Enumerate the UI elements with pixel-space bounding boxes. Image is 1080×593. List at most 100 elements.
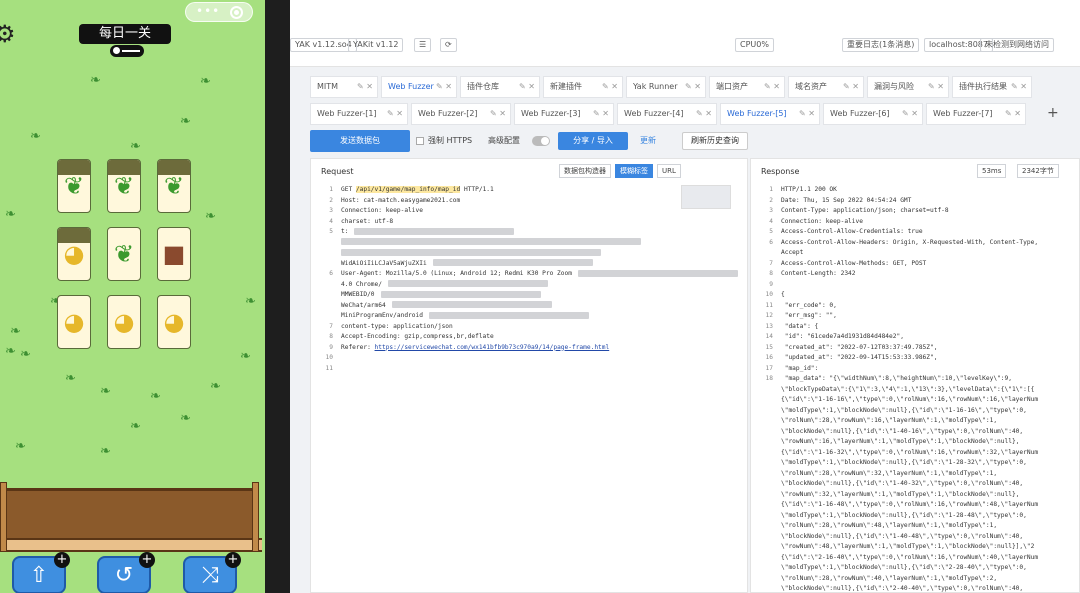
code-text: Referer:	[341, 343, 375, 351]
line-number: 10	[765, 291, 773, 298]
packet-builder-button[interactable]: 数据包构造器	[559, 164, 611, 178]
refresh-link[interactable]: 更新	[640, 135, 656, 146]
close-tab-icon[interactable]: ✎ ✕	[1005, 104, 1021, 124]
tile-bell[interactable]: ◕	[57, 295, 91, 349]
tile-bell[interactable]: ◕	[107, 295, 141, 349]
history-query-button[interactable]: 刷新历史查询	[682, 132, 748, 150]
close-tab-icon[interactable]: ✎ ✕	[764, 77, 780, 97]
grass-icon: ❦	[113, 240, 135, 268]
tab-tabs_row1-2[interactable]: 插件仓库 ✎ ✕	[460, 76, 540, 98]
grass-tuft-icon: ❧	[240, 349, 251, 364]
advanced-config-toggle[interactable]	[532, 136, 550, 146]
close-tab-icon[interactable]: ✎ ✕	[436, 77, 452, 97]
tab-tabs_row1-4[interactable]: Yak Runner ✎ ✕	[626, 76, 706, 98]
close-tab-icon[interactable]: ✎ ✕	[387, 104, 403, 124]
code-text: MiniProgramEnv/android	[341, 312, 423, 319]
plus-icon: +	[139, 552, 155, 568]
code-text: \"rowNum\":32,\"layerNum\":1,\"moldType\…	[781, 490, 1020, 498]
tab-tabs_row1-6[interactable]: 域名资产 ✎ ✕	[788, 76, 864, 98]
code-line: 3 Connection: keep-alive	[311, 206, 747, 217]
code-line: 16 "updated_at": "2022-09-14T15:53:33.98…	[751, 353, 1079, 364]
redacted-block	[341, 238, 641, 245]
response-editor[interactable]: 1 HTTP/1.1 200 OK 2 Date: Thu, 15 Sep 2022 …	[751, 185, 1079, 593]
tab-tabs_row2-5[interactable]: Web Fuzzer-[6] ✎ ✕	[823, 103, 923, 125]
topbar-item-1[interactable]: YAKit v1.12	[348, 38, 404, 52]
tab-tabs_row1-8[interactable]: 插件执行结果 ✎ ✕	[952, 76, 1032, 98]
tile-grass[interactable]: ❦	[107, 227, 141, 281]
tab-tabs_row1-1[interactable]: Web Fuzzer ✎ ✕	[381, 76, 457, 98]
close-tab-icon[interactable]: ✎ ✕	[602, 77, 618, 97]
code-line: 9	[751, 280, 1079, 291]
topbar-item-0[interactable]: YAK v1.12.so4	[290, 38, 357, 52]
yakit-window: YAK v1.12.so4 YAKit v1.12 ☰ ⟳ CPU0% 重要日志(1条消息…	[290, 0, 1080, 593]
code-text: Connection: keep-alive	[781, 217, 863, 225]
tab-tabs_row1-5[interactable]: 端口资产 ✎ ✕	[709, 76, 785, 98]
tab-tabs_row2-6[interactable]: Web Fuzzer-[7] ✎ ✕	[926, 103, 1026, 125]
share-import-button[interactable]: 分享 / 导入	[558, 132, 628, 150]
close-tab-icon[interactable]: ✎ ✕	[490, 104, 506, 124]
line-number: 1	[329, 186, 333, 193]
request-editor[interactable]: 1 GET /api/v1/game/map_info/map_id HTTP/1…	[311, 185, 747, 374]
topbar-item-7[interactable]: 未检测到网络访问	[980, 38, 1054, 52]
code-text: \"moldType\":1,\"blockNode\":null},{\"id…	[781, 564, 1027, 571]
tab-tabs_row1-3[interactable]: 新建插件 ✎ ✕	[543, 76, 623, 98]
close-tab-icon[interactable]: ✎ ✕	[799, 104, 815, 124]
topbar-item-2[interactable]: ☰	[414, 38, 432, 52]
tab-label: Web Fuzzer-[2]	[418, 109, 478, 118]
tab-tabs_row2-1[interactable]: Web Fuzzer-[2] ✎ ✕	[411, 103, 511, 125]
grass-tuft-icon: ❧	[130, 419, 141, 434]
tile-stump[interactable]: ■	[157, 227, 191, 281]
close-tab-icon[interactable]: ✎ ✕	[843, 77, 859, 97]
tile-bell[interactable]: ◕	[57, 227, 91, 281]
code-text: t:	[341, 228, 349, 235]
fuzz-tag-button[interactable]: 模糊标签	[615, 164, 653, 178]
line-number: 15	[765, 343, 773, 351]
tab-tabs_row2-0[interactable]: Web Fuzzer-[1] ✎ ✕	[310, 103, 408, 125]
tab-tabs_row2-2[interactable]: Web Fuzzer-[3] ✎ ✕	[514, 103, 614, 125]
https-checkbox[interactable]	[416, 137, 424, 145]
line-number: 11	[325, 364, 333, 372]
tab-tabs_row2-4[interactable]: Web Fuzzer-[5] ✎ ✕	[720, 103, 820, 125]
close-miniprogram-icon[interactable]	[230, 6, 243, 19]
code-line: \"moldType\":1,\"blockNode\":null},{\"id…	[751, 458, 1079, 469]
tile-grass[interactable]: ❦	[57, 159, 91, 213]
move-out-button[interactable]: ⇧ +	[12, 552, 70, 593]
grass-tuft-icon: ❧	[100, 384, 111, 399]
tab-tabs_row2-3[interactable]: Web Fuzzer-[4] ✎ ✕	[617, 103, 717, 125]
code-line: \"rolNum\":28,\"rowNum\":32,\"layerNum\"…	[751, 469, 1079, 480]
more-menu-button[interactable]: •••	[196, 4, 220, 18]
close-tab-icon[interactable]: ✎ ✕	[357, 77, 373, 97]
grass-tuft-icon: ❧	[5, 207, 16, 222]
close-tab-icon[interactable]: ✎ ✕	[519, 77, 535, 97]
tile-grass[interactable]: ❦	[157, 159, 191, 213]
tile-bell[interactable]: ◕	[157, 295, 191, 349]
code-text: Access-Control-Allow-Methods: GET, POST	[781, 259, 927, 267]
shuffle-button[interactable]: ⤨ +	[183, 552, 241, 593]
add-tab-button[interactable]: +	[1047, 105, 1059, 121]
code-text: {\"id\":\"1-16-48\",\"type\":0,\"rolNum\…	[781, 501, 1039, 508]
code-text: https://servicewechat.com/wx141bfb9b73c9…	[374, 343, 610, 351]
tab-label: Web Fuzzer-[3]	[521, 109, 581, 118]
topbar-item-4[interactable]: CPU0%	[735, 38, 774, 52]
close-tab-icon[interactable]: ✎ ✕	[685, 77, 701, 97]
topbar-item-5[interactable]: 重要日志(1条消息)	[842, 38, 920, 52]
url-button[interactable]: URL	[657, 164, 681, 178]
send-request-button[interactable]: 发送数据包	[310, 130, 410, 152]
tab-tabs_row1-7[interactable]: 漏洞与风险 ✎ ✕	[867, 76, 949, 98]
close-tab-icon[interactable]: ✎ ✕	[593, 104, 609, 124]
close-tab-icon[interactable]: ✎ ✕	[902, 104, 918, 124]
close-tab-icon[interactable]: ✎ ✕	[928, 77, 944, 97]
code-line: {\"id\":\"2-16-40\",\"type\":0,\"rolNum\…	[751, 553, 1079, 564]
close-tab-icon[interactable]: ✎ ✕	[1011, 77, 1027, 97]
gear-icon[interactable]: ⚙	[0, 20, 16, 48]
code-line: MMWEBID/0	[311, 290, 747, 301]
close-tab-icon[interactable]: ✎ ✕	[696, 104, 712, 124]
topbar-item-3[interactable]: ⟳	[440, 38, 457, 52]
tab-tabs_row1-0[interactable]: MITM ✎ ✕	[310, 76, 378, 98]
code-line: 15 "created_at": "2022-07-12T03:37:49.78…	[751, 343, 1079, 354]
plus-icon: +	[54, 552, 70, 568]
tile-grass[interactable]: ❦	[107, 159, 141, 213]
window-divider	[265, 0, 290, 593]
undo-button[interactable]: ↺ +	[97, 552, 155, 593]
line-number: 9	[769, 280, 773, 288]
